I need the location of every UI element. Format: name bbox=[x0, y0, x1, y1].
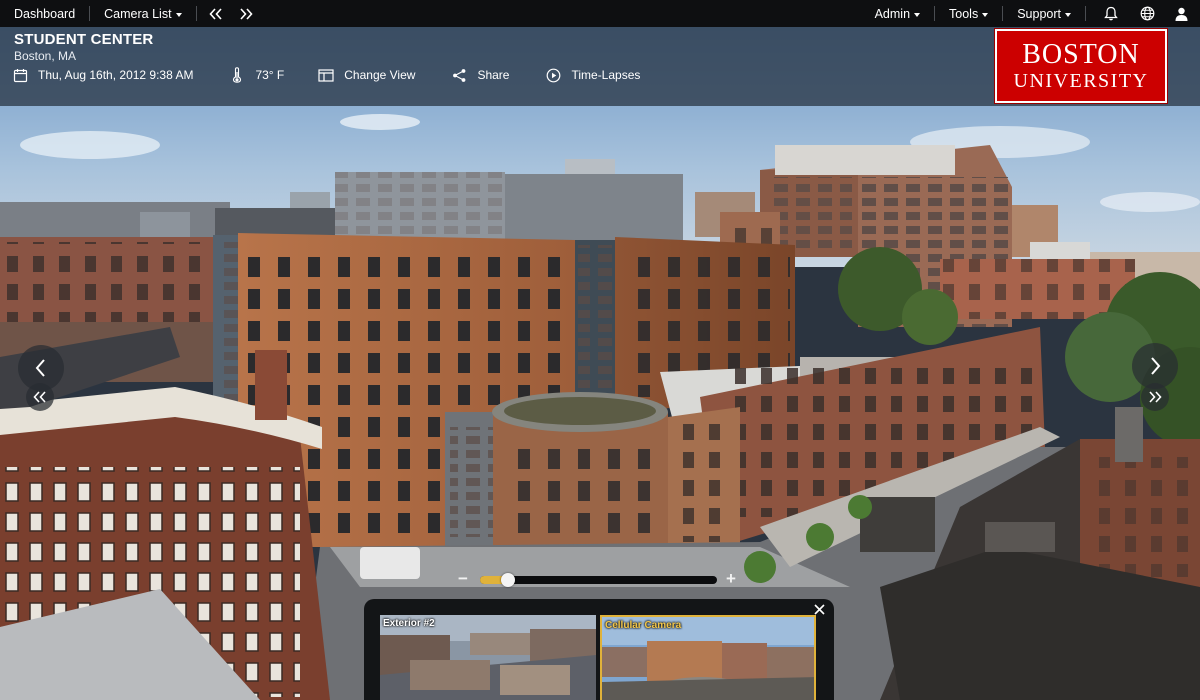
layout-icon bbox=[318, 67, 334, 83]
dashboard-link[interactable]: Dashboard bbox=[0, 0, 89, 27]
previous-camera-button[interactable] bbox=[197, 0, 231, 27]
camera-thumbnail-cellular[interactable]: Cellular Camera bbox=[600, 615, 816, 700]
close-panel-button[interactable] bbox=[812, 602, 826, 616]
chevron-down-icon bbox=[914, 12, 921, 17]
change-view-label: Change View bbox=[344, 68, 416, 82]
camera-list-label: Camera List bbox=[104, 6, 172, 21]
double-chevron-left-icon bbox=[33, 391, 46, 403]
temperature-text: 73° F bbox=[255, 68, 285, 82]
admin-menu[interactable]: Admin bbox=[861, 0, 934, 27]
thermometer-icon bbox=[229, 67, 245, 83]
client-logo: BOSTON UNIVERSITY bbox=[994, 28, 1168, 104]
datetime-text: Thu, Aug 16th, 2012 9:38 AM bbox=[38, 68, 194, 82]
chevron-left-icon bbox=[35, 359, 45, 377]
share-icon bbox=[451, 67, 467, 83]
zoom-in-button[interactable]: + bbox=[726, 570, 736, 588]
last-image-button[interactable] bbox=[1141, 383, 1169, 411]
user-icon bbox=[1175, 7, 1188, 21]
close-icon bbox=[813, 603, 825, 615]
camera-name: Exterior #2 bbox=[383, 618, 435, 629]
admin-label: Admin bbox=[874, 6, 911, 21]
globe-icon bbox=[1140, 6, 1155, 21]
logo-line-1: BOSTON bbox=[1022, 39, 1140, 70]
support-menu[interactable]: Support bbox=[1003, 0, 1085, 27]
tools-menu[interactable]: Tools bbox=[935, 0, 1002, 27]
language-button[interactable] bbox=[1130, 0, 1165, 27]
camera-list-dropdown[interactable]: Camera List bbox=[90, 0, 195, 27]
chevron-down-icon bbox=[1065, 12, 1071, 17]
camera-name: Cellular Camera bbox=[605, 620, 682, 631]
top-nav-bar: Dashboard Camera List Admin Tools Suppor… bbox=[0, 0, 1200, 27]
calendar-icon bbox=[12, 67, 28, 83]
camera-meta-row: Thu, Aug 16th, 2012 9:38 AM 73° F Change… bbox=[12, 65, 676, 85]
user-account-button[interactable] bbox=[1165, 0, 1200, 27]
bell-icon bbox=[1104, 6, 1118, 21]
double-chevron-right-icon bbox=[239, 7, 253, 20]
project-title: STUDENT CENTER bbox=[14, 31, 154, 48]
zoom-slider[interactable] bbox=[480, 573, 717, 587]
share-button[interactable]: Share bbox=[451, 67, 509, 83]
nav-right-group: Admin Tools Support bbox=[861, 0, 1200, 27]
project-location: Boston, MA bbox=[14, 49, 77, 63]
notifications-button[interactable] bbox=[1086, 0, 1130, 27]
nav-left-group: Dashboard Camera List bbox=[0, 0, 261, 27]
zoom-out-button[interactable]: − bbox=[458, 570, 468, 588]
camera-switcher-panel: Exterior #2 Cellular Camera bbox=[364, 599, 834, 700]
chevron-right-icon bbox=[1151, 357, 1161, 375]
capture-datetime: Thu, Aug 16th, 2012 9:38 AM bbox=[12, 67, 193, 83]
time-lapses-label: Time-Lapses bbox=[571, 68, 641, 82]
double-chevron-left-icon bbox=[208, 7, 222, 20]
logo-line-2: UNIVERSITY bbox=[1013, 70, 1149, 92]
camera-thumbnail-exterior[interactable]: Exterior #2 bbox=[380, 615, 596, 700]
tools-label: Tools bbox=[949, 6, 979, 21]
zoom-slider-handle[interactable] bbox=[501, 573, 515, 587]
first-image-button[interactable] bbox=[26, 383, 54, 411]
double-chevron-right-icon bbox=[1149, 391, 1162, 403]
temperature-readout: 73° F bbox=[229, 67, 284, 83]
change-view-button[interactable]: Change View bbox=[318, 67, 415, 83]
time-lapses-button[interactable]: Time-Lapses bbox=[545, 67, 640, 83]
chevron-down-icon bbox=[982, 12, 989, 17]
play-circle-icon bbox=[545, 67, 561, 83]
next-camera-button[interactable] bbox=[231, 0, 261, 27]
share-label: Share bbox=[477, 68, 510, 82]
chevron-down-icon bbox=[175, 12, 182, 17]
support-label: Support bbox=[1017, 6, 1061, 21]
